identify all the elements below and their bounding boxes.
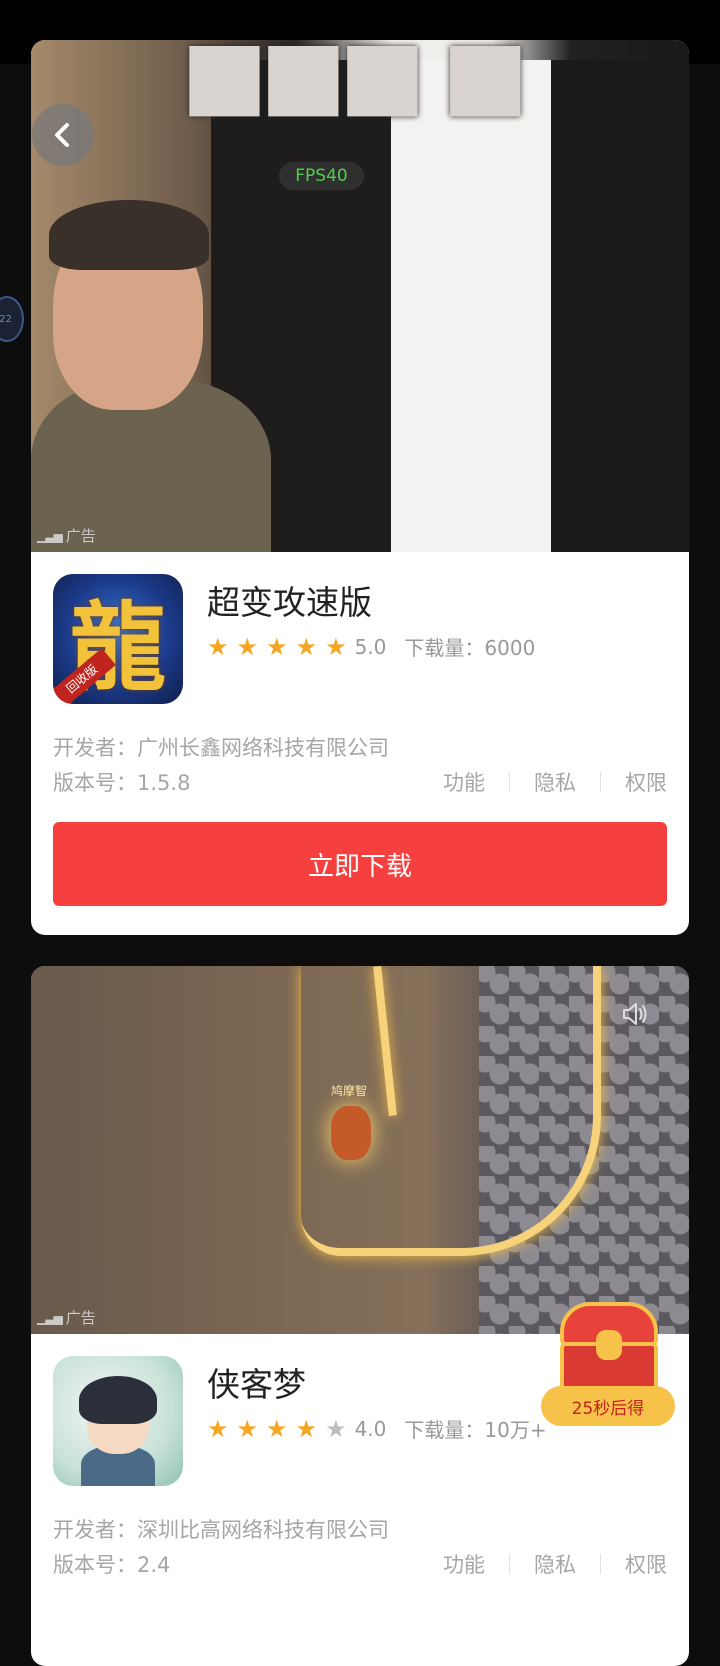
app-icon[interactable]: 龍 回收版 <box>53 574 183 704</box>
chest-lock <box>596 1330 622 1360</box>
video-hero-name: 鸠摩智 <box>331 1084 368 1098</box>
download-count: 下载量：10万+ <box>404 1418 547 1442</box>
star-rating: ★ ★ ★ ★ ★ <box>207 1417 347 1441</box>
star-filled-icon: ★ <box>325 632 347 661</box>
fps-indicator: FPS40 <box>279 162 364 190</box>
features-link[interactable]: 功能 <box>419 1549 509 1579</box>
ad-label: ▁▃▅ 广告 <box>37 1307 96 1328</box>
star-filled-icon: ★ <box>295 1414 318 1443</box>
rating-value: 5.0 <box>354 634 387 659</box>
rating-row: ★ ★ ★ ★ ★ 5.0 下载量：6000 <box>207 632 535 661</box>
video-hero <box>331 1106 371 1160</box>
star-filled-icon: ★ <box>207 1414 229 1443</box>
app-name: 超变攻速版 <box>207 583 372 622</box>
privacy-link[interactable]: 隐私 <box>510 1549 600 1579</box>
ad-bars-icon: ▁▃▅ <box>37 1310 63 1325</box>
star-filled-icon: ★ <box>266 632 288 661</box>
video-figure <box>391 60 571 552</box>
back-button[interactable] <box>32 104 94 166</box>
rating-value: 4.0 <box>354 1416 387 1441</box>
sound-toggle-button[interactable] <box>617 996 653 1032</box>
app-icon[interactable] <box>53 1356 183 1486</box>
rating-row: ★ ★ ★ ★ ★ 4.0 下载量：10万+ <box>207 1414 547 1443</box>
version-text: 版本号：1.5.8 <box>53 771 191 795</box>
download-button[interactable]: 立即下载 <box>53 822 667 906</box>
video-figure <box>49 200 209 270</box>
star-empty-icon: ★ <box>325 1414 347 1443</box>
app-name: 侠客梦 <box>207 1365 306 1404</box>
ad-video[interactable]: 鸠摩智 ▁▃▅ 广告 <box>31 966 689 1334</box>
ad-label-text: 广告 <box>65 527 96 545</box>
video-figure <box>551 60 689 552</box>
version-text: 版本号：2.4 <box>53 1553 171 1577</box>
ad-label: ▁▃▅ 广告 <box>37 525 96 546</box>
star-filled-icon: ★ <box>266 1414 288 1443</box>
developer-text: 开发者：深圳比高网络科技有限公司 <box>53 1518 389 1542</box>
permissions-link[interactable]: 权限 <box>601 1549 667 1579</box>
ad-video[interactable]: ▁▃▅ 广告 <box>31 40 689 552</box>
floating-bubble-text: 22 <box>0 313 12 325</box>
icon-figure <box>79 1376 157 1424</box>
features-link[interactable]: 功能 <box>419 767 509 797</box>
treasure-chest-icon[interactable] <box>556 1302 662 1392</box>
reward-timer[interactable]: 25秒后得 <box>541 1386 675 1426</box>
privacy-link[interactable]: 隐私 <box>510 767 600 797</box>
star-filled-icon: ★ <box>236 632 259 661</box>
chevron-left-icon <box>55 123 69 147</box>
download-count: 下载量：6000 <box>404 636 536 660</box>
permissions-link[interactable]: 权限 <box>601 767 667 797</box>
star-filled-icon: ★ <box>207 632 229 661</box>
star-rating: ★ ★ ★ ★ ★ <box>207 635 347 659</box>
star-filled-icon: ★ <box>295 632 318 661</box>
app-links: 功能 隐私 权限 <box>419 767 667 797</box>
ad-label-text: 广告 <box>65 1309 96 1327</box>
speaker-icon <box>623 1003 647 1025</box>
app-links: 功能 隐私 权限 <box>419 1549 667 1579</box>
star-filled-icon: ★ <box>236 1414 259 1443</box>
ad-bars-icon: ▁▃▅ <box>37 528 63 543</box>
floating-bubble[interactable]: 22 <box>0 296 24 342</box>
developer-text: 开发者：广州长鑫网络科技有限公司 <box>53 736 389 760</box>
